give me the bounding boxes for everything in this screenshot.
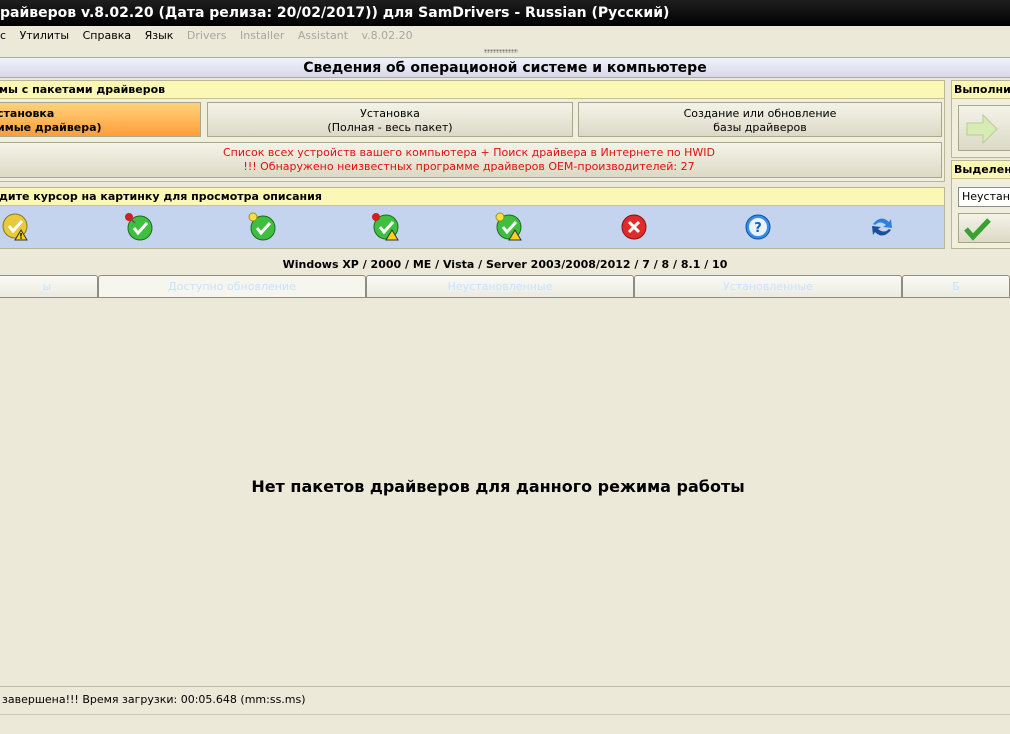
tab-strip: ы Доступно обновление Неустановленные Ус…	[0, 275, 1010, 297]
tab-first[interactable]: ы	[0, 275, 98, 297]
create-database-button[interactable]: Создание или обновление базы драйверов	[578, 102, 942, 137]
driver-packages-header: мы с пакетами драйверов	[0, 81, 944, 99]
selection-header: Выделен	[952, 161, 1010, 179]
check-warning-icon[interactable]	[1, 212, 31, 242]
check-pin-icon[interactable]	[124, 212, 154, 242]
menu-item-help[interactable]: Справка	[78, 26, 136, 46]
install-needed-line2: имые драйвера)	[0, 121, 102, 134]
menu-item-version: v.8.02.20	[361, 29, 413, 42]
execute-header: Выполнит	[952, 81, 1010, 99]
help-icon[interactable]: ?	[743, 212, 773, 242]
svg-text:?: ?	[754, 221, 762, 236]
tab-updates-available[interactable]: Доступно обновление	[98, 275, 366, 297]
device-list-line2: !!! Обнаружено неизвестных программе дра…	[243, 160, 695, 173]
empty-state-message: Нет пакетов драйверов для данного режима…	[251, 477, 745, 496]
refresh-icon[interactable]	[867, 212, 897, 242]
check-bulb-icon[interactable]	[247, 212, 277, 242]
bottom-strip	[0, 714, 1010, 734]
icon-legend-header: дите курсор на картинку для просмотра оп…	[0, 188, 944, 206]
arrow-right-icon	[966, 113, 998, 145]
check-pin-warning-icon[interactable]	[371, 212, 401, 242]
status-bar: завершена!!! Время загрузки: 00:05.648 (…	[0, 686, 1010, 712]
create-database-line2: базы драйверов	[713, 121, 807, 134]
device-list-line1: Список всех устройств вашего компьютера …	[222, 146, 716, 159]
selection-panel: Выделен Неустано	[951, 160, 1010, 249]
execute-panel: Выполнит	[951, 80, 1010, 158]
install-needed-line1: становка	[0, 107, 55, 120]
window-title: райверов v.8.02.20 (Дата релиза: 20/02/2…	[0, 5, 670, 21]
install-full-line2: (Полная - весь пакет)	[327, 121, 453, 134]
install-full-line1: Установка	[360, 107, 420, 120]
menu-item-assistant: Assistant	[297, 29, 349, 42]
tab-not-installed[interactable]: Неустановленные	[366, 275, 634, 297]
menu-item-utilities[interactable]: Утилиты	[15, 26, 75, 46]
splitter-grip[interactable]	[0, 46, 1010, 56]
menu-item-installer: Installer	[240, 29, 285, 42]
checkmark-icon	[964, 218, 991, 241]
error-x-icon[interactable]	[619, 212, 649, 242]
system-info-heading: Сведения об операционой системе и компью…	[0, 57, 1010, 78]
main-content-area: Нет пакетов драйверов для данного режима…	[0, 297, 1010, 683]
apply-selection-button[interactable]	[958, 213, 1010, 243]
install-needed-button[interactable]: становка имые драйвера)	[0, 102, 201, 137]
device-list-button[interactable]: Список всех устройств вашего компьютера …	[0, 142, 942, 178]
tab-installed[interactable]: Установленные	[634, 275, 902, 297]
window-title-bar: райверов v.8.02.20 (Дата релиза: 20/02/2…	[0, 0, 1010, 26]
check-bulb-warning-icon[interactable]	[494, 212, 524, 242]
install-full-button[interactable]: Установка (Полная - весь пакет)	[207, 102, 573, 137]
grip-dots-icon	[484, 49, 518, 53]
tab-last[interactable]: Б	[902, 275, 1010, 297]
icon-legend-panel: дите курсор на картинку для просмотра оп…	[0, 187, 945, 249]
create-database-line1: Создание или обновление	[683, 107, 837, 120]
supported-os-label: Windows XP / 2000 / ME / Vista / Server …	[282, 258, 728, 271]
menu-item-drivers: Drivers	[186, 29, 227, 42]
selection-dropdown[interactable]: Неустано	[958, 187, 1010, 207]
menu-item-language[interactable]: Язык	[140, 26, 179, 46]
menu-bar: с Утилиты Справка Язык Drivers Installer…	[0, 26, 1010, 46]
menu-item-first[interactable]: с	[0, 26, 11, 46]
execute-button[interactable]	[958, 105, 1010, 151]
